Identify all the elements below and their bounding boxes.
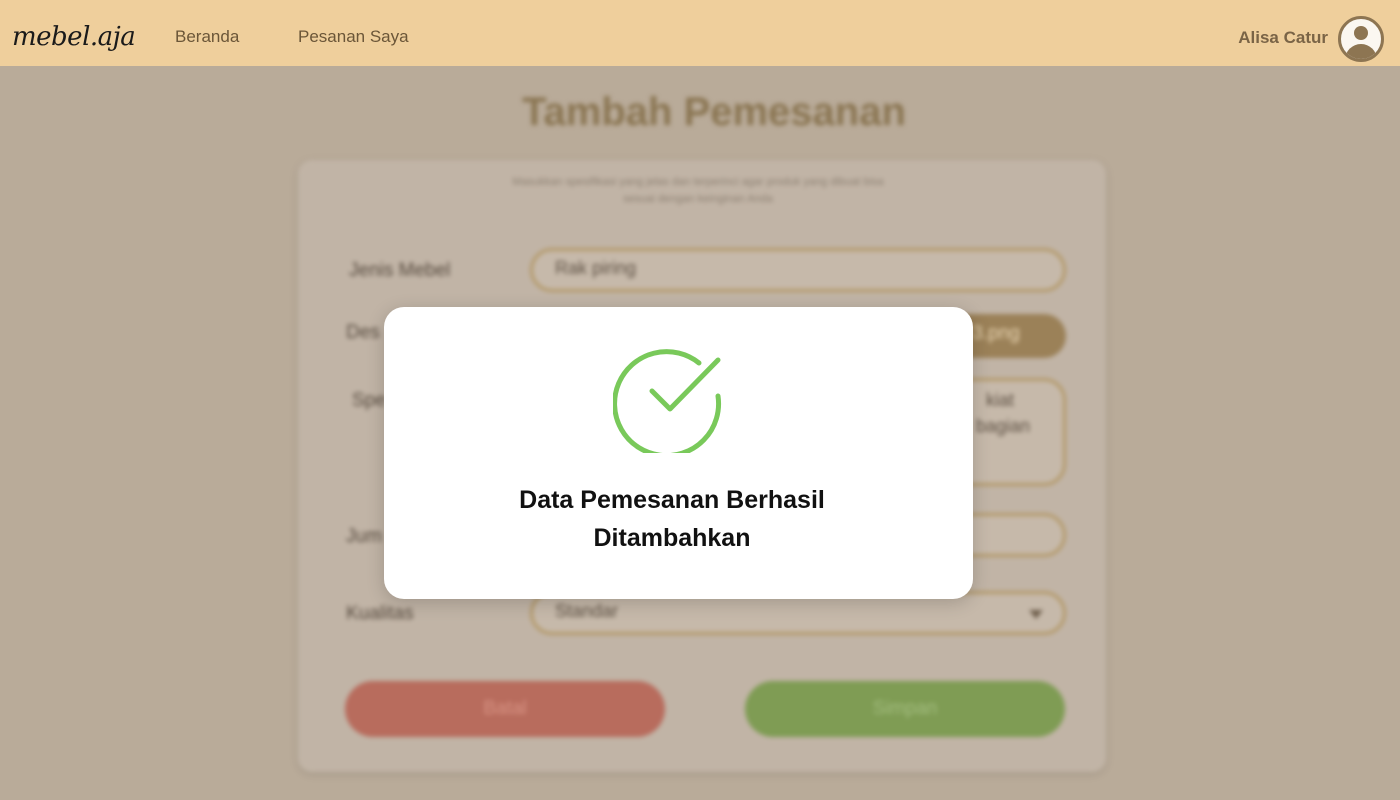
form-hint: Masukkan spesifikasi yang jelas dan terp… — [458, 174, 938, 208]
label-kualitas: Kualitas — [346, 603, 414, 624]
form-hint-line-2: sesuai dengan keinginan Anda — [623, 193, 773, 205]
logo[interactable]: mebel.aja — [12, 22, 136, 52]
jenis-mebel-input[interactable]: Rak piring — [530, 248, 1066, 292]
spesifikasi-text-fragment-1: kiat — [986, 390, 1015, 410]
nav-link-beranda[interactable]: Beranda — [175, 27, 239, 47]
label-jumlah: Jum — [346, 526, 382, 547]
avatar-body-shape — [1345, 44, 1377, 59]
top-navbar: mebel.aja Beranda Pesanan Saya Alisa Cat… — [0, 0, 1400, 66]
success-modal: Data Pemesanan Berhasil Ditambahkan — [384, 307, 973, 599]
spesifikasi-text-fragment-2: bagian — [976, 416, 1031, 436]
success-message-line-2: Ditambahkan — [593, 524, 751, 552]
avatar-head-shape — [1354, 26, 1368, 40]
label-desain: Des — [346, 322, 380, 343]
form-hint-line-1: Masukkan spesifikasi yang jelas dan terp… — [512, 176, 884, 188]
chevron-down-icon — [1029, 610, 1043, 619]
success-message: Data Pemesanan Berhasil Ditambahkan — [384, 481, 960, 557]
page-title: Tambah Pemesanan — [522, 90, 906, 134]
user-name[interactable]: Alisa Catur — [1238, 28, 1328, 48]
user-avatar-icon[interactable] — [1338, 16, 1384, 62]
batal-button[interactable]: Batal — [345, 681, 665, 737]
success-message-line-1: Data Pemesanan Berhasil — [519, 486, 825, 514]
nav-link-pesanan-saya[interactable]: Pesanan Saya — [298, 27, 409, 47]
kualitas-selected-value: Standar — [555, 601, 619, 621]
label-spesifikasi: Spe — [352, 390, 386, 411]
simpan-button[interactable]: Simpan — [745, 681, 1065, 737]
check-circle-icon — [613, 349, 722, 453]
label-jenis-mebel: Jenis Mebel — [349, 260, 451, 281]
